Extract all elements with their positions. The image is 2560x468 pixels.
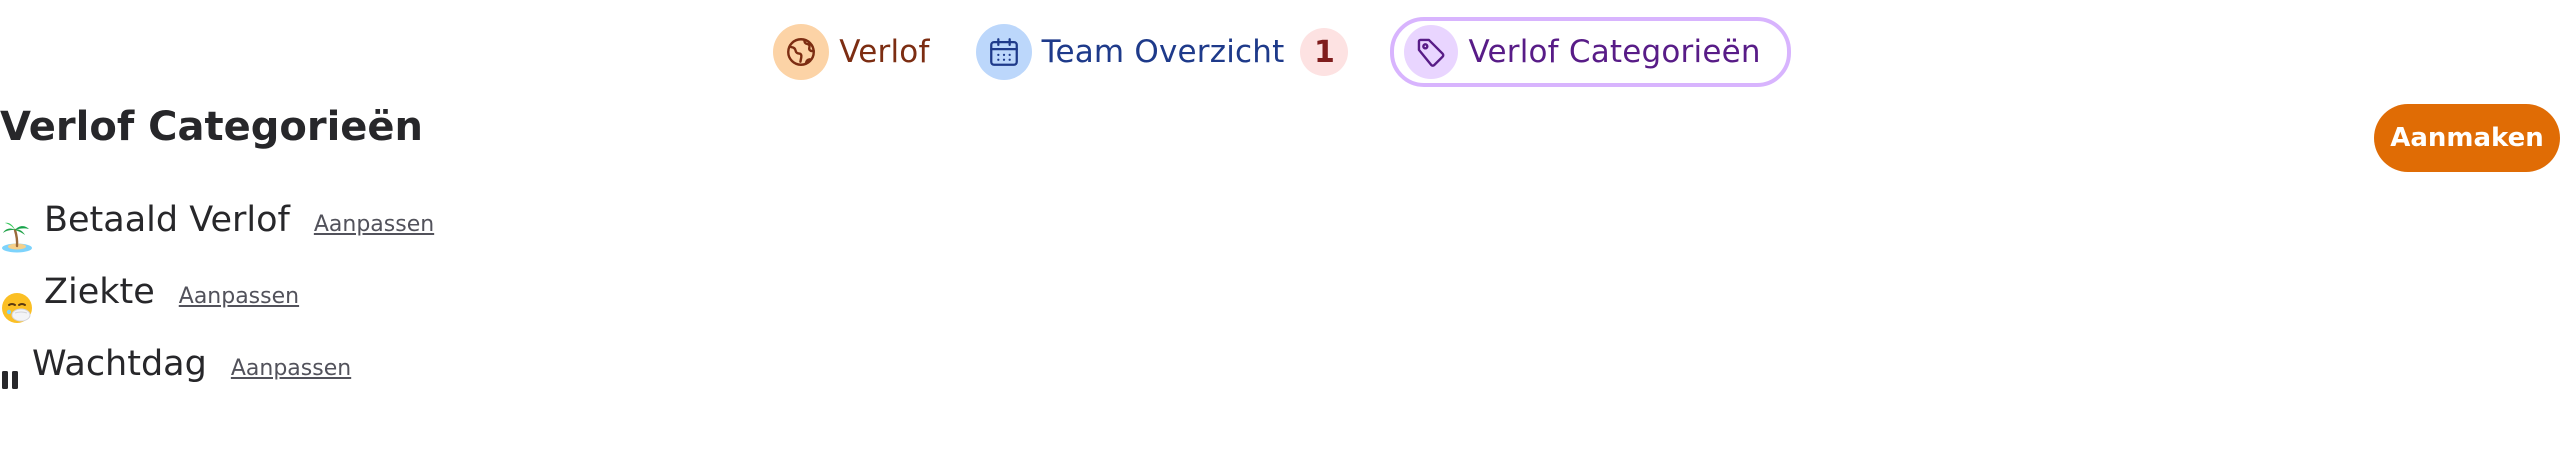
list-item: Betaald Verlof Aanpassen [0,200,434,272]
tab-verlof[interactable]: Verlof [769,18,941,86]
tab-team-overzicht[interactable]: Team Overzicht 1 [972,18,1361,86]
globe-icon [773,24,830,80]
category-name: Betaald Verlof [44,200,290,240]
calendar-icon [975,24,1032,80]
tab-bar: Verlof Team Overzicht 1 Verlof Categorie… [0,16,2560,88]
tab-label: Verlof [839,34,930,70]
edit-link[interactable]: Aanpassen [231,356,351,381]
tag-icon [1404,25,1459,79]
list-item: Wachtdag Aanpassen [0,344,434,416]
page-title: Verlof Categorieën [0,104,424,150]
edit-link[interactable]: Aanpassen [179,284,299,309]
category-list: Betaald Verlof Aanpassen Ziekte Aanpasse… [0,200,434,416]
category-name: Wachtdag [32,344,207,384]
edit-link[interactable]: Aanpassen [314,212,434,237]
tab-label: Verlof Categorieën [1468,34,1761,70]
tab-label: Team Overzicht [1041,34,1285,70]
island-icon [0,219,34,253]
pause-icon [0,363,22,397]
list-item: Ziekte Aanpassen [0,272,434,344]
sick-face-icon [0,291,34,325]
create-button[interactable]: Aanmaken [2374,104,2560,172]
tab-verlof-categorieen[interactable]: Verlof Categorieën [1390,17,1791,87]
category-name: Ziekte [44,272,155,312]
page: Verlof Team Overzicht 1 Verlof Categorie… [0,0,2560,468]
notification-count-badge: 1 [1300,28,1349,76]
